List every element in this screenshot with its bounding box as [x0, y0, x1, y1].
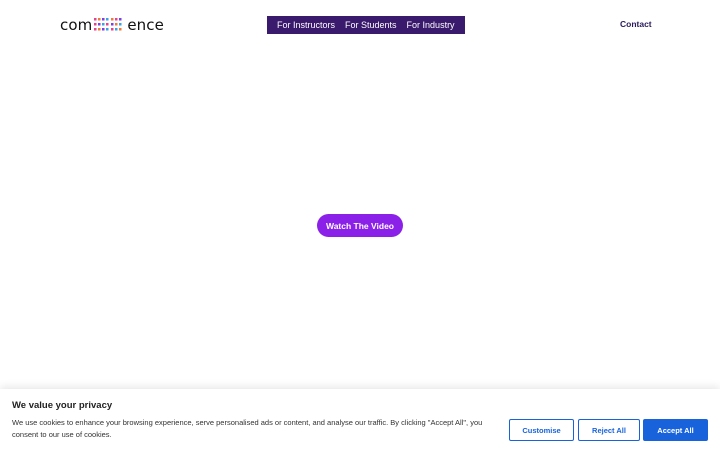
site-logo[interactable]: com ence [60, 14, 164, 36]
reject-all-button[interactable]: Reject All [578, 419, 640, 441]
cookie-description: We use cookies to enhance your browsing … [12, 418, 483, 439]
customise-button[interactable]: Customise [509, 419, 574, 441]
logo-text-left: com [60, 16, 93, 34]
site-header: com ence For Instructors For Students Fo… [0, 0, 720, 50]
watch-video-button[interactable]: Watch The Video [317, 214, 403, 237]
nav-for-instructors[interactable]: For Instructors [272, 16, 340, 34]
nav-for-students[interactable]: For Students [340, 16, 402, 34]
logo-dots-icon [94, 18, 122, 31]
nav-for-industry[interactable]: For Industry [402, 16, 460, 34]
cookie-title: We value your privacy [12, 400, 113, 411]
main-nav: For Instructors For Students For Industr… [267, 16, 465, 34]
accept-all-button[interactable]: Accept All [643, 419, 708, 441]
logo-text-right: ence [127, 16, 164, 34]
contact-link[interactable]: Contact [620, 19, 652, 29]
